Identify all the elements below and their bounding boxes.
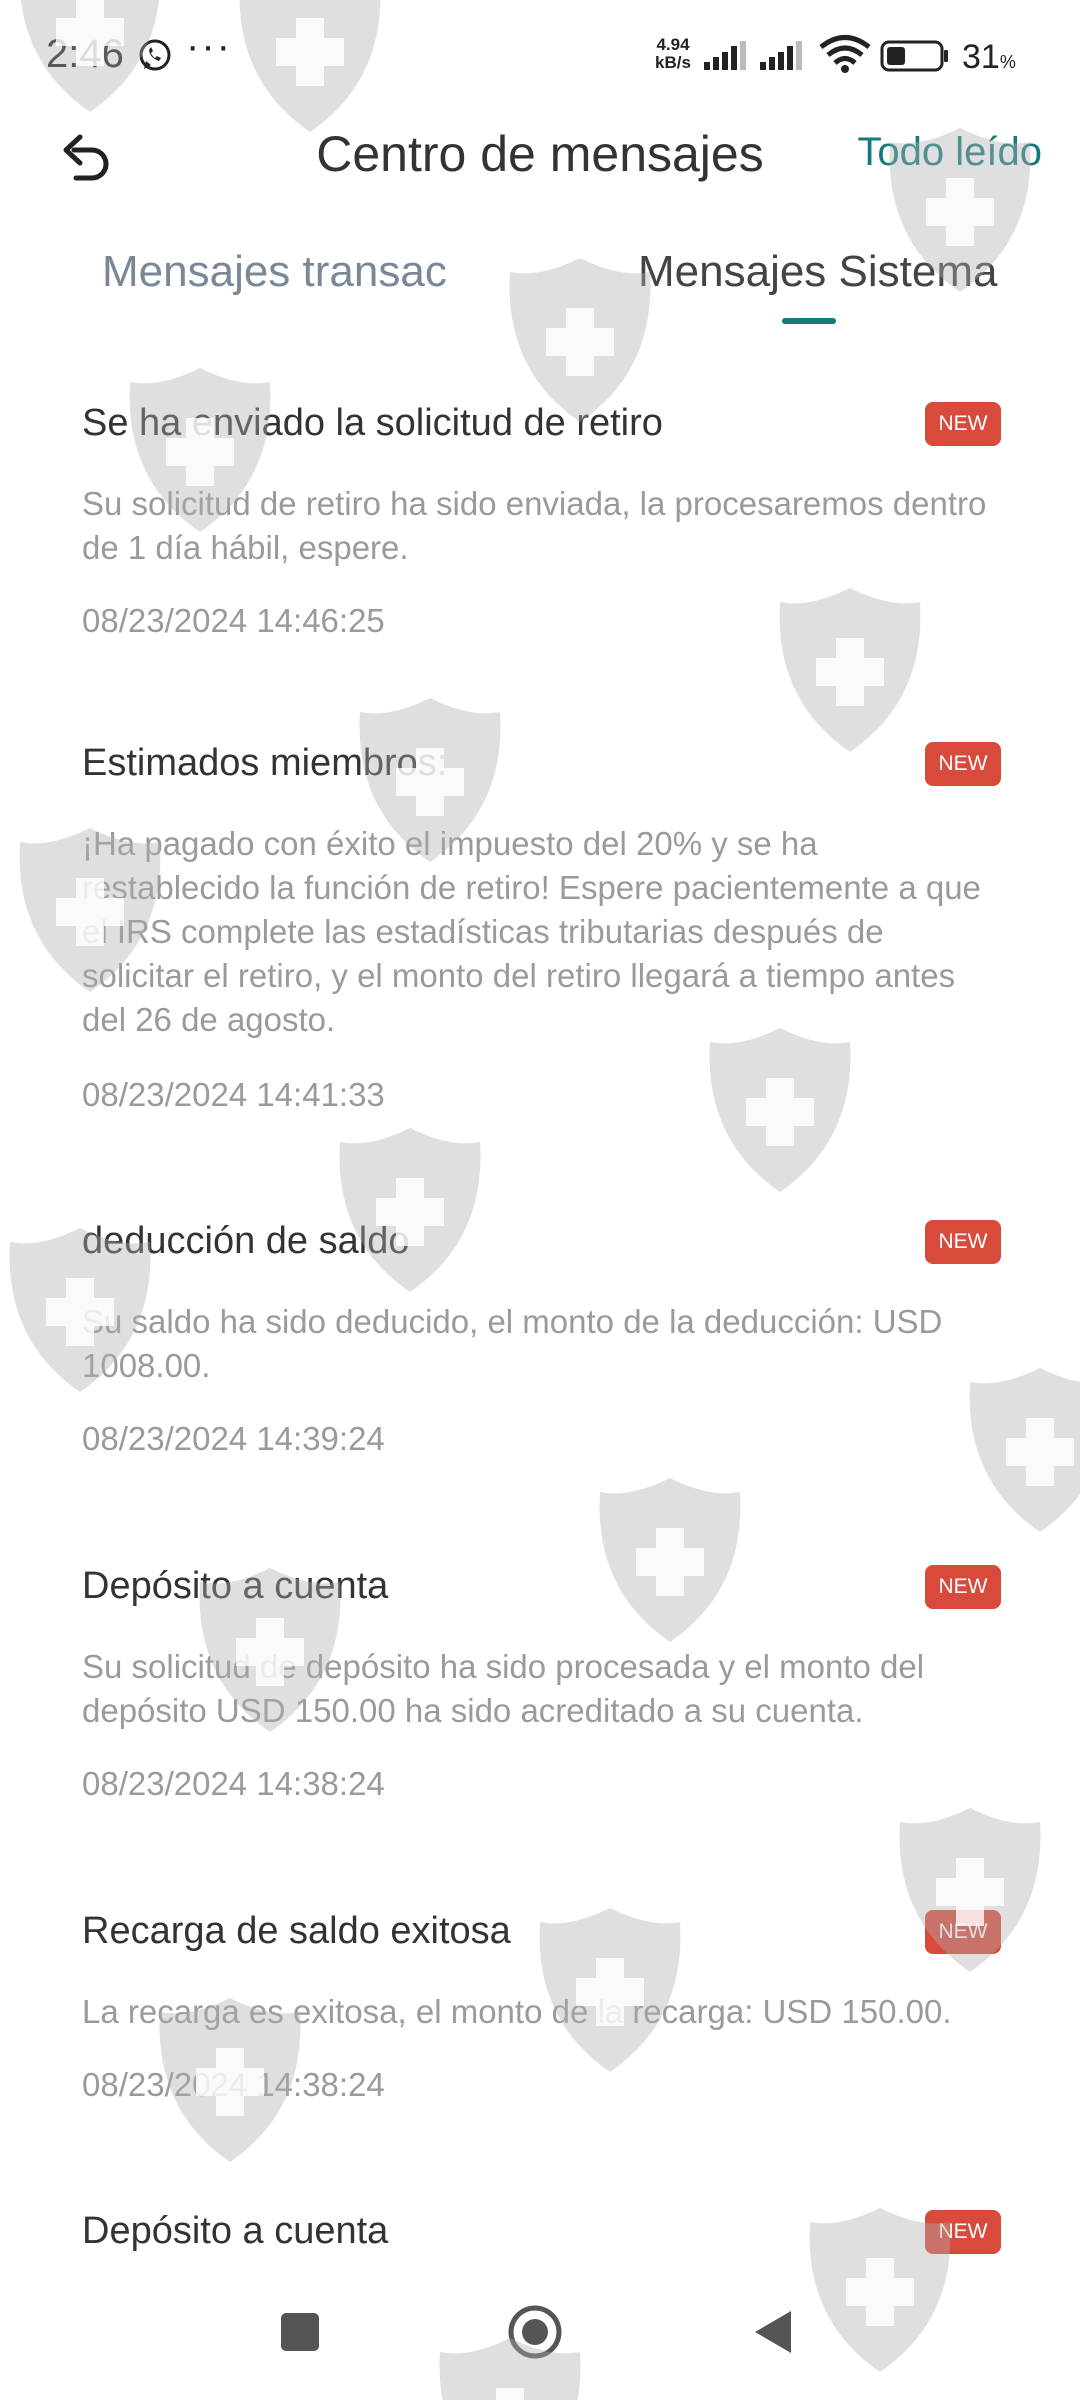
message-title: Depósito a cuenta bbox=[82, 1565, 389, 1607]
message-list: Se ha enviado la solicitud de retiro NEW… bbox=[0, 380, 1080, 2308]
message-timestamp: 08/23/2024 14:38:24 bbox=[82, 1765, 385, 1802]
new-badge: NEW bbox=[925, 1910, 1001, 1954]
signal-icon bbox=[704, 41, 746, 70]
recents-square-icon[interactable] bbox=[270, 2302, 330, 2362]
message-body: Su solicitud de depósito ha sido procesa… bbox=[82, 1648, 925, 1729]
new-badge: NEW bbox=[925, 402, 1001, 446]
battery-percent-value: 31 bbox=[962, 38, 1000, 76]
message-body: Su saldo ha sido deducido, el monto de l… bbox=[82, 1303, 943, 1384]
signal-icon-2 bbox=[760, 41, 802, 70]
message-title: Recarga de saldo exitosa bbox=[82, 1910, 511, 1952]
wifi-icon bbox=[819, 35, 871, 73]
app-header: Centro de mensajes Todo leído bbox=[0, 110, 1080, 230]
message-title: Depósito a cuenta bbox=[82, 2210, 389, 2252]
message-body: ¡Ha pagado con éxito el impuesto del 20%… bbox=[82, 825, 981, 1038]
message-timestamp: 08/23/2024 14:38:24 bbox=[82, 2066, 385, 2103]
status-time: 2:46 bbox=[46, 32, 124, 76]
message-title: Estimados miembros: bbox=[82, 742, 448, 784]
network-speed: 4.94 kB/s bbox=[650, 36, 696, 72]
system-navigation-bar bbox=[0, 2262, 1080, 2400]
new-badge: NEW bbox=[925, 1220, 1001, 1264]
message-timestamp: 08/23/2024 14:39:24 bbox=[82, 1420, 385, 1457]
network-speed-unit: kB/s bbox=[655, 53, 691, 72]
message-item[interactable]: deducción de saldo NEW Su saldo ha sido … bbox=[0, 1198, 1080, 1543]
back-triangle-icon[interactable] bbox=[745, 2302, 805, 2362]
message-item[interactable]: Se ha enviado la solicitud de retiro NEW… bbox=[0, 380, 1080, 720]
battery-percent: 31% bbox=[962, 38, 1016, 77]
message-item[interactable]: Estimados miembros: NEW ¡Ha pagado con é… bbox=[0, 720, 1080, 1198]
status-bar: 2:46 ··· 4.94 kB/s 31% bbox=[0, 0, 1080, 115]
message-item[interactable]: Recarga de saldo exitosa NEW La recarga … bbox=[0, 1888, 1080, 2188]
message-body: La recarga es exitosa, el monto de la re… bbox=[82, 1993, 952, 2030]
network-speed-value: 4.94 bbox=[656, 35, 690, 54]
message-item[interactable]: Depósito a cuenta NEW Su solicitud de de… bbox=[0, 1543, 1080, 1888]
battery-percent-unit: % bbox=[999, 52, 1016, 72]
mark-all-read-button[interactable]: Todo leído bbox=[857, 130, 1042, 175]
whatsapp-icon bbox=[139, 39, 171, 71]
message-title: deducción de saldo bbox=[82, 1220, 410, 1262]
message-tabs: Mensajes transac Mensajes Sistema bbox=[0, 235, 1080, 335]
more-dots-icon: ··· bbox=[186, 24, 232, 68]
home-circle-icon[interactable] bbox=[505, 2302, 565, 2362]
new-badge: NEW bbox=[925, 1565, 1001, 1609]
message-timestamp: 08/23/2024 14:41:33 bbox=[82, 1076, 385, 1113]
message-timestamp: 08/23/2024 14:46:25 bbox=[82, 602, 385, 639]
tab-system-messages[interactable]: Mensajes Sistema bbox=[638, 247, 997, 297]
message-title: Se ha enviado la solicitud de retiro bbox=[82, 402, 663, 444]
battery-icon bbox=[880, 40, 948, 72]
active-tab-indicator bbox=[782, 318, 836, 324]
new-badge: NEW bbox=[925, 2210, 1001, 2254]
new-badge: NEW bbox=[925, 742, 1001, 786]
tab-transaction-messages[interactable]: Mensajes transac bbox=[102, 247, 447, 297]
message-body: Su solicitud de retiro ha sido enviada, … bbox=[82, 485, 987, 566]
